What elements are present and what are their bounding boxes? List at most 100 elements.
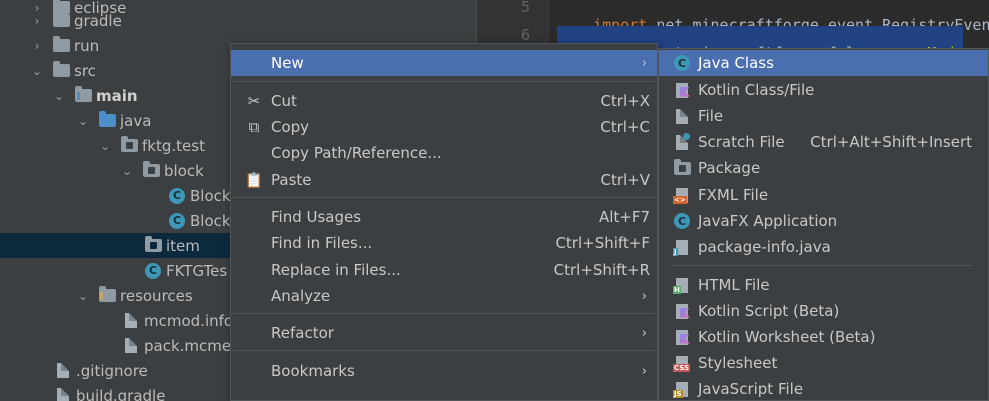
tree-item-label: fktg.test bbox=[142, 136, 205, 155]
menu-item-find-in-files[interactable]: Find in Files... Ctrl+Shift+F bbox=[231, 230, 657, 256]
submenu-item-fxml-file[interactable]: <> FXML File bbox=[659, 182, 988, 208]
kotlin-icon bbox=[673, 81, 691, 99]
submenu-item-package[interactable]: Package bbox=[659, 155, 988, 181]
menu-item-copy[interactable]: ⧉ Copy Ctrl+C bbox=[231, 114, 657, 140]
folder-icon bbox=[52, 11, 70, 29]
submenu-item-label: File bbox=[698, 107, 724, 125]
java-tag: J bbox=[673, 247, 678, 256]
menu-item-label: Bookmarks bbox=[271, 362, 355, 380]
java-class-icon: C bbox=[168, 187, 186, 204]
file-icon bbox=[122, 338, 140, 354]
submenu-item-kotlin-script[interactable]: Kotlin Script (Beta) bbox=[659, 298, 988, 324]
menu-item-refactor[interactable]: Refactor › bbox=[231, 320, 657, 346]
submenu-item-label: JavaScript File bbox=[698, 380, 804, 398]
menu-item-paste[interactable]: 📋 Paste Ctrl+V bbox=[231, 167, 657, 193]
menu-item-shortcut: Ctrl+C bbox=[600, 118, 650, 136]
menu-separator bbox=[233, 81, 655, 82]
submenu-arrow-icon: › bbox=[641, 363, 647, 379]
submenu-item-javafx-application[interactable]: C JavaFX Application bbox=[659, 208, 988, 234]
tree-item-label: FKTGTes bbox=[166, 261, 228, 280]
resources-folder-icon bbox=[98, 286, 116, 304]
tree-item-label: java bbox=[120, 111, 152, 130]
tree-item-label: resources bbox=[120, 286, 193, 305]
chevron-right-icon[interactable]: › bbox=[30, 14, 44, 28]
menu-item-copy-path[interactable]: Copy Path/Reference... bbox=[231, 140, 657, 166]
menu-item-label: Refactor bbox=[271, 324, 334, 342]
menu-item-label: Analyze bbox=[271, 287, 331, 305]
submenu-item-kotlin-class[interactable]: Kotlin Class/File bbox=[659, 77, 988, 103]
menu-item-label: Find Usages bbox=[271, 208, 362, 226]
menu-item-replace-in-files[interactable]: Replace in Files... Ctrl+Shift+R bbox=[231, 257, 657, 283]
submenu-arrow-icon: › bbox=[641, 325, 647, 341]
copy-icon: ⧉ bbox=[248, 118, 260, 136]
menu-item-bookmarks[interactable]: Bookmarks › bbox=[231, 358, 657, 384]
submenu-item-shortcut: Ctrl+Alt+Shift+Insert bbox=[810, 133, 972, 151]
chevron-right-icon[interactable]: › bbox=[30, 39, 44, 53]
package-icon bbox=[142, 161, 160, 179]
java-class-icon: C bbox=[673, 54, 691, 72]
submenu-item-label: Kotlin Script (Beta) bbox=[698, 302, 840, 320]
javafx-icon: C bbox=[673, 212, 691, 230]
java-file-icon: J bbox=[673, 238, 691, 256]
submenu-item-label: JavaFX Application bbox=[698, 212, 838, 230]
menu-item-find-usages[interactable]: Find Usages Alt+F7 bbox=[231, 204, 657, 230]
folder-icon bbox=[52, 36, 70, 54]
menu-separator bbox=[233, 313, 655, 314]
context-menu: New › ✂ Cut Ctrl+X ⧉ Copy Ctrl+C Copy Pa… bbox=[230, 43, 658, 401]
package-icon bbox=[673, 158, 691, 177]
submenu-item-kotlin-worksheet[interactable]: Kotlin Worksheet (Beta) bbox=[659, 324, 988, 350]
gradle-file-icon bbox=[54, 388, 72, 401]
submenu-item-package-info[interactable]: J package-info.java bbox=[659, 234, 988, 260]
js-tag: JS bbox=[673, 389, 683, 398]
folder-icon bbox=[74, 86, 92, 104]
menu-item-new[interactable]: New › bbox=[231, 50, 657, 76]
chevron-down-icon[interactable]: ⌄ bbox=[30, 64, 44, 78]
menu-item-cut[interactable]: ✂ Cut Ctrl+X bbox=[231, 88, 657, 114]
scissors-icon: ✂ bbox=[247, 92, 261, 110]
submenu-item-html-file[interactable]: H HTML File bbox=[659, 272, 988, 298]
package-icon bbox=[144, 236, 162, 254]
submenu-item-scratch-file[interactable]: Scratch File Ctrl+Alt+Shift+Insert bbox=[659, 129, 988, 155]
menu-item-label: New bbox=[271, 54, 304, 72]
tree-item-label: mcmod.info bbox=[144, 311, 234, 330]
file-icon bbox=[122, 313, 140, 329]
submenu-separator bbox=[671, 265, 973, 266]
submenu-item-java-class[interactable]: C Java Class bbox=[659, 50, 988, 76]
tree-item-label: block bbox=[164, 161, 204, 180]
css-file-icon: CSS bbox=[673, 354, 691, 372]
submenu-item-label: HTML File bbox=[698, 276, 770, 294]
chevron-down-icon[interactable]: ⌄ bbox=[52, 89, 66, 103]
submenu-item-label: Java Class bbox=[698, 54, 774, 72]
chevron-down-icon[interactable]: ⌄ bbox=[76, 289, 90, 303]
java-class-icon: C bbox=[144, 262, 162, 279]
html-file-icon: H bbox=[673, 276, 691, 294]
menu-item-label: Paste bbox=[271, 171, 312, 189]
submenu-item-label: Package bbox=[698, 159, 761, 177]
submenu-item-label: Kotlin Worksheet (Beta) bbox=[698, 328, 876, 346]
tree-item-gradle[interactable]: › gradle bbox=[0, 8, 476, 33]
tree-item-label: gradle bbox=[74, 11, 122, 30]
submenu-item-stylesheet[interactable]: CSS Stylesheet bbox=[659, 350, 988, 376]
tree-item-label: Block bbox=[190, 186, 231, 205]
js-file-icon: JS bbox=[673, 380, 691, 398]
submenu-item-label: Stylesheet bbox=[698, 354, 778, 372]
css-tag: CSS bbox=[673, 363, 691, 372]
paste-icon: 📋 bbox=[244, 171, 264, 189]
menu-item-shortcut: Alt+F7 bbox=[598, 208, 650, 226]
chevron-down-icon[interactable]: ⌄ bbox=[120, 164, 134, 178]
source-folder-icon bbox=[98, 111, 116, 129]
tree-item-label: build.gradle bbox=[76, 386, 166, 401]
submenu-item-javascript-file[interactable]: JS JavaScript File bbox=[659, 376, 988, 401]
menu-item-analyze[interactable]: Analyze › bbox=[231, 283, 657, 309]
chevron-down-icon[interactable]: ⌄ bbox=[98, 139, 112, 153]
kotlin-script-icon bbox=[673, 302, 691, 320]
menu-item-shortcut: Ctrl+X bbox=[600, 92, 650, 110]
fxml-file-icon: <> bbox=[673, 186, 691, 204]
fxml-tag: <> bbox=[673, 195, 687, 204]
menu-item-label: Copy bbox=[271, 118, 310, 136]
submenu-item-file[interactable]: File bbox=[659, 103, 988, 129]
menu-item-shortcut: Ctrl+V bbox=[600, 171, 650, 189]
chevron-down-icon[interactable]: ⌄ bbox=[76, 114, 90, 128]
file-icon bbox=[673, 107, 691, 125]
html-tag: H bbox=[673, 285, 681, 294]
